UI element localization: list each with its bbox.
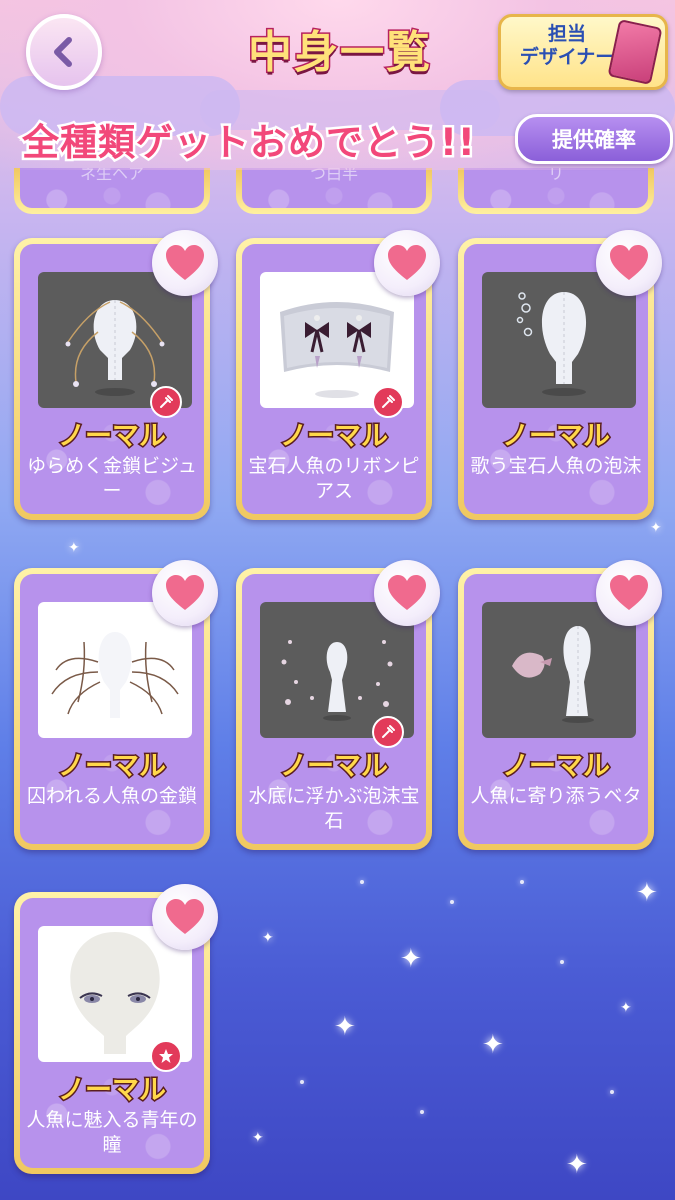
bubble-image (516, 292, 587, 396)
item-name: 歌う宝石人魚の泡沫 (470, 455, 642, 477)
sparkle-decoration: ✦ (650, 520, 662, 536)
sparkle-decoration: ✦ (482, 1030, 504, 1060)
dropper-icon (160, 395, 173, 408)
sparkle-decoration: ✦ (620, 1000, 632, 1016)
favorite-button[interactable] (374, 230, 440, 296)
rarity-label: ノーマル (279, 420, 390, 454)
item-name: 人魚に魅入る青年の瞳 (26, 1109, 198, 1156)
sparkle-dot (610, 1090, 614, 1094)
item-card-partial[interactable]: つ白半 (236, 168, 432, 214)
probability-button[interactable]: 提供確率 (515, 114, 673, 164)
betta-fish-image (512, 626, 594, 723)
sparkle-dot (300, 1080, 304, 1084)
item-card-partial[interactable]: リ (458, 168, 654, 214)
heart-icon (166, 575, 204, 610)
item-name: 人魚に寄り添うベタ (470, 785, 642, 807)
card-body: つ白半 (242, 168, 426, 208)
dropper-icon (382, 395, 395, 408)
card-body: リ (464, 168, 648, 208)
heart-icon (388, 245, 426, 280)
favorite-button[interactable] (152, 884, 218, 950)
sparkle-decoration: ✦ (68, 540, 80, 556)
star-icon (159, 1049, 173, 1063)
item-thumbnail (38, 602, 192, 738)
heart-icon (610, 575, 648, 610)
favorite-button[interactable] (374, 560, 440, 626)
sparkle-decoration: ✦ (252, 1130, 264, 1146)
rarity-label: ノーマル (57, 750, 168, 784)
back-button[interactable] (26, 14, 102, 90)
complete-banner: 全種類ゲットおめでとう!! (20, 119, 478, 167)
rarity-label: ノーマル (501, 750, 612, 784)
heart-icon (166, 245, 204, 280)
rarity-label: ノーマル (57, 1074, 168, 1108)
favorite-button[interactable] (596, 560, 662, 626)
rarity-label: ノーマル (57, 420, 168, 454)
heart-icon (388, 575, 426, 610)
sparkle-decoration: ✦ (334, 1012, 356, 1042)
sparkle-dot (420, 1110, 424, 1114)
favorite-button[interactable] (152, 230, 218, 296)
designer-label: 担当 デザイナー (519, 23, 615, 68)
sparkle-dot (520, 880, 524, 884)
item-thumbnail (482, 272, 636, 408)
item-name: ゆらめく金鎖ビジュー (27, 455, 197, 502)
card-body: ネ生ヘア (20, 168, 204, 208)
page-title: 中身一覧 (247, 26, 432, 80)
heart-icon (166, 899, 204, 934)
header: 中身一覧 担当 デザイナー 全種類ゲットおめでとう!! 提供確率 (0, 0, 675, 170)
item-thumbnail (482, 602, 636, 738)
gold-chain-image (51, 632, 179, 718)
item-name: 宝石人魚のリボンピアス (248, 455, 420, 502)
sparkle-decoration: ✦ (566, 1150, 588, 1180)
sparkle-dot (360, 880, 364, 884)
sparkle-dot (450, 900, 454, 904)
rarity-label: ノーマル (501, 420, 612, 454)
sparkle-decoration: ✦ (400, 944, 422, 974)
item-name: つ白半 (309, 168, 358, 183)
item-name: リ (547, 168, 564, 183)
item-name: ネ生ヘア (79, 168, 144, 183)
favorite-button[interactable] (596, 230, 662, 296)
heart-icon (610, 245, 648, 280)
sparkle-decoration: ✦ (262, 930, 274, 946)
rarity-label: ノーマル (279, 750, 390, 784)
item-name: 水底に浮かぶ泡沫宝石 (248, 785, 420, 832)
sparkle-decoration: ✦ (636, 878, 658, 908)
sparkle-dot (560, 960, 564, 964)
designer-button[interactable]: 担当 デザイナー (498, 14, 668, 90)
favorite-button[interactable] (152, 560, 218, 626)
item-name: 囚われる人魚の金鎖 (26, 785, 198, 807)
chevron-left-icon (54, 37, 72, 67)
dropper-icon (382, 725, 395, 738)
item-card-partial[interactable]: ネ生ヘア (14, 168, 210, 214)
